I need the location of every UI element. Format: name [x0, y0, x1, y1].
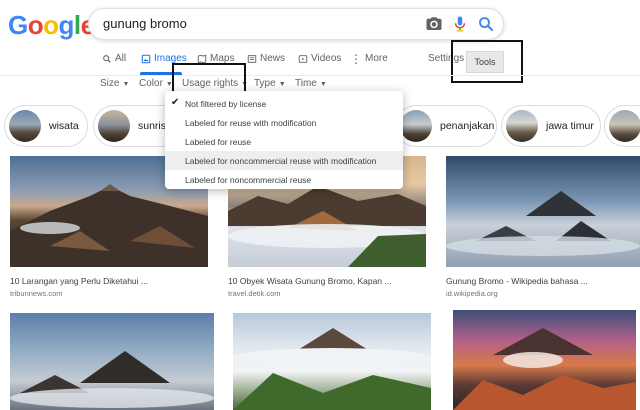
- tab-label: All: [115, 53, 127, 64]
- result-caption[interactable]: 10 Obyek Wisata Gunung Bromo, Kapan ...: [228, 276, 391, 286]
- menu-item-label: Labeled for reuse: [185, 137, 252, 147]
- more-icon: ⋮: [350, 51, 362, 66]
- filter-label: Size: [100, 78, 120, 89]
- result-image[interactable]: [233, 313, 431, 410]
- menu-item-reuse[interactable]: Labeled for reuse: [165, 132, 403, 151]
- highlight-box-tools: [451, 40, 523, 83]
- chip-label: penanjakan: [440, 120, 495, 132]
- result-source: travel.detik.com: [228, 289, 281, 298]
- logo-letter: o: [43, 10, 59, 40]
- filter-label: Color: [139, 78, 163, 89]
- logo-letter: G: [8, 10, 28, 40]
- chevron-down-icon: ▼: [319, 81, 327, 88]
- mic-icon[interactable]: [451, 15, 469, 33]
- result-source: id.wikipedia.org: [446, 289, 498, 298]
- chip-more[interactable]: [604, 105, 640, 147]
- filter-label: Type: [254, 78, 276, 89]
- tabs-divider: [0, 75, 640, 76]
- tab-news[interactable]: News: [247, 53, 285, 64]
- logo-letter: o: [27, 10, 44, 40]
- result-image[interactable]: [446, 156, 640, 267]
- filter-label: Time: [295, 78, 317, 89]
- mountain-illustration: [233, 328, 431, 410]
- menu-item-noncommercial-reuse-with-modification[interactable]: Labeled for noncommercial reuse with mod…: [165, 151, 403, 170]
- check-icon: ✔: [171, 97, 180, 108]
- menu-item-label: Labeled for noncommercial reuse with mod…: [185, 156, 377, 166]
- filter-type[interactable]: Type ▼: [254, 78, 286, 89]
- result-caption[interactable]: 10 Larangan yang Perlu Diketahui ...: [10, 276, 148, 286]
- chip-wisata[interactable]: wisata: [4, 105, 88, 147]
- mountain-illustration: [453, 328, 636, 410]
- video-icon: [298, 54, 308, 63]
- tab-label: News: [260, 53, 286, 64]
- tab-label: More: [365, 53, 388, 64]
- news-icon: [247, 54, 257, 63]
- menu-item-not-filtered[interactable]: ✔ Not filtered by license: [165, 94, 403, 113]
- map-icon: [197, 54, 207, 63]
- result-source: tribunnews.com: [10, 289, 63, 298]
- chevron-down-icon: ▼: [122, 81, 130, 88]
- filter-time[interactable]: Time ▼: [295, 78, 327, 89]
- tab-more[interactable]: ⋮ More: [350, 51, 388, 66]
- chip-thumbnail: [609, 110, 640, 142]
- chip-thumbnail: [98, 110, 130, 142]
- chip-label: wisata: [49, 120, 79, 132]
- chip-thumbnail: [400, 110, 432, 142]
- filter-size[interactable]: Size ▼: [100, 78, 129, 89]
- menu-item-label: Labeled for reuse with modification: [185, 118, 317, 128]
- logo-letter: l: [73, 10, 81, 40]
- tab-videos[interactable]: Videos: [298, 53, 341, 64]
- menu-item-label: Not filtered by license: [185, 99, 267, 109]
- logo-letter: g: [58, 10, 75, 40]
- menu-item-noncommercial-reuse[interactable]: Labeled for noncommercial reuse: [165, 170, 403, 189]
- search-input[interactable]: gunung bromo: [103, 16, 187, 31]
- menu-item-label: Labeled for noncommercial reuse: [185, 175, 312, 185]
- mountain-illustration: [10, 351, 214, 408]
- search-icon: [103, 54, 111, 63]
- chip-jawa-timur[interactable]: jawa timur: [501, 105, 601, 147]
- search-icon[interactable]: [477, 15, 495, 33]
- result-caption[interactable]: Gunung Bromo - Wikipedia bahasa ...: [446, 276, 588, 286]
- google-logo[interactable]: Google: [8, 10, 95, 40]
- chevron-down-icon: ▼: [278, 81, 286, 88]
- result-image[interactable]: [453, 310, 636, 410]
- camera-icon[interactable]: [425, 15, 443, 33]
- menu-item-reuse-with-modification[interactable]: Labeled for reuse with modification: [165, 113, 403, 132]
- image-icon: [141, 54, 151, 63]
- tab-label: Videos: [311, 53, 342, 64]
- chip-penanjakan[interactable]: penanjakan: [395, 105, 497, 147]
- mountain-illustration: [446, 191, 640, 256]
- usage-rights-menu: ✔ Not filtered by license Labeled for re…: [165, 91, 403, 189]
- tab-all[interactable]: All: [102, 53, 126, 64]
- chip-thumbnail: [9, 110, 41, 142]
- filter-color[interactable]: Color ▼: [139, 78, 173, 89]
- search-box[interactable]: gunung bromo: [88, 8, 504, 40]
- result-image[interactable]: [10, 313, 214, 410]
- chip-label: jawa timur: [546, 120, 594, 132]
- chip-thumbnail: [506, 110, 538, 142]
